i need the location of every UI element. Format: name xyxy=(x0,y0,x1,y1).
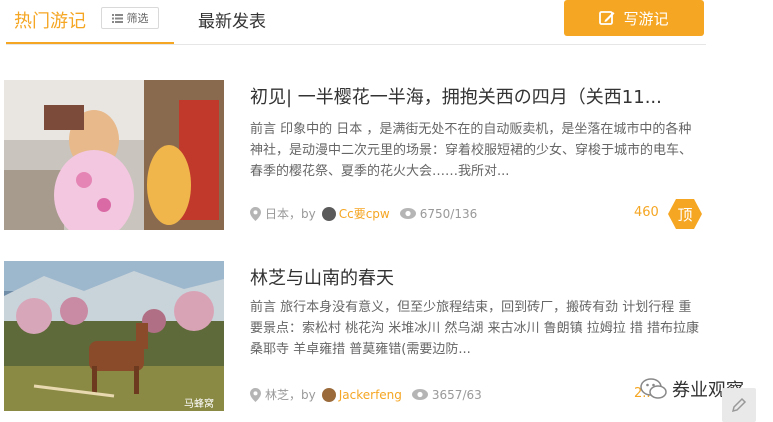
tab-hot-travelogues[interactable]: 热门游记 xyxy=(14,7,86,33)
tab-latest[interactable]: 最新发表 xyxy=(198,7,266,32)
tab-divider xyxy=(6,44,706,45)
filter-button[interactable]: 筛选 xyxy=(101,7,159,29)
eye-icon xyxy=(399,208,416,219)
write-travelogue-button[interactable]: 写游记 xyxy=(564,0,704,36)
like-count: 460 xyxy=(634,205,659,220)
location-pin-icon xyxy=(250,206,261,221)
write-travelogue-label: 写游记 xyxy=(623,9,669,28)
list-icon xyxy=(111,13,123,23)
travelogue-description: 前言 印象中的 日本 ，是满街无处不在的自动贩卖机，是坐落在城市中的各种神社，是… xyxy=(250,122,693,179)
views-comments-count: 3657/63 xyxy=(431,387,482,402)
travelogue-card[interactable]: 初见| 一半樱花一半海，拥抱关西の四月（关西11... 前言 印象中的 日本 ，… xyxy=(4,80,704,230)
eye-icon xyxy=(411,389,428,400)
filter-label: 筛选 xyxy=(126,12,149,25)
travelogue-title[interactable]: 初见| 一半樱花一半海，拥抱关西の四月（关西11... xyxy=(250,83,690,109)
travelogue-description: 前言 旅行本身没有意义，但至少旅程结束，回到砖厂，搬砖有劲 计划行程 重要景点：… xyxy=(250,300,700,357)
author-link[interactable]: Jackerfeng xyxy=(339,388,402,402)
travelogue-thumbnail[interactable]: 马蜂窝 xyxy=(4,261,224,411)
views-comments-count: 6750/136 xyxy=(419,206,478,221)
top-badge[interactable]: 顶 xyxy=(668,199,702,229)
author-avatar[interactable] xyxy=(321,206,336,221)
edit-float-button[interactable] xyxy=(722,388,756,422)
travelogue-meta: 日本，by Cc要cpw 6750/136 xyxy=(250,205,477,222)
tab-bar: 热门游记 筛选 最新发表 写游记 xyxy=(0,0,773,46)
author-avatar[interactable] xyxy=(321,387,336,402)
pencil-icon xyxy=(731,397,747,413)
edit-icon xyxy=(599,11,615,25)
travelogue-meta: 林芝，by Jackerfeng 3657/63 xyxy=(250,386,482,403)
location-pin-icon xyxy=(250,387,261,402)
travelogue-card[interactable]: 马蜂窝 林芝与山南的春天 前言 旅行本身没有意义，但至少旅程结束，回到砖厂，搬砖… xyxy=(4,261,704,411)
travelogue-thumbnail[interactable] xyxy=(4,80,224,230)
travelogue-title[interactable]: 林芝与山南的春天 xyxy=(250,264,690,290)
wechat-icon xyxy=(640,378,667,399)
top-badge-label: 顶 xyxy=(677,206,693,224)
thumbnail-watermark: 马蜂窝 xyxy=(184,399,214,410)
author-link[interactable]: Cc要cpw xyxy=(339,205,390,222)
location-label: 日本，by xyxy=(265,207,316,221)
location-label: 林芝，by xyxy=(265,388,316,402)
